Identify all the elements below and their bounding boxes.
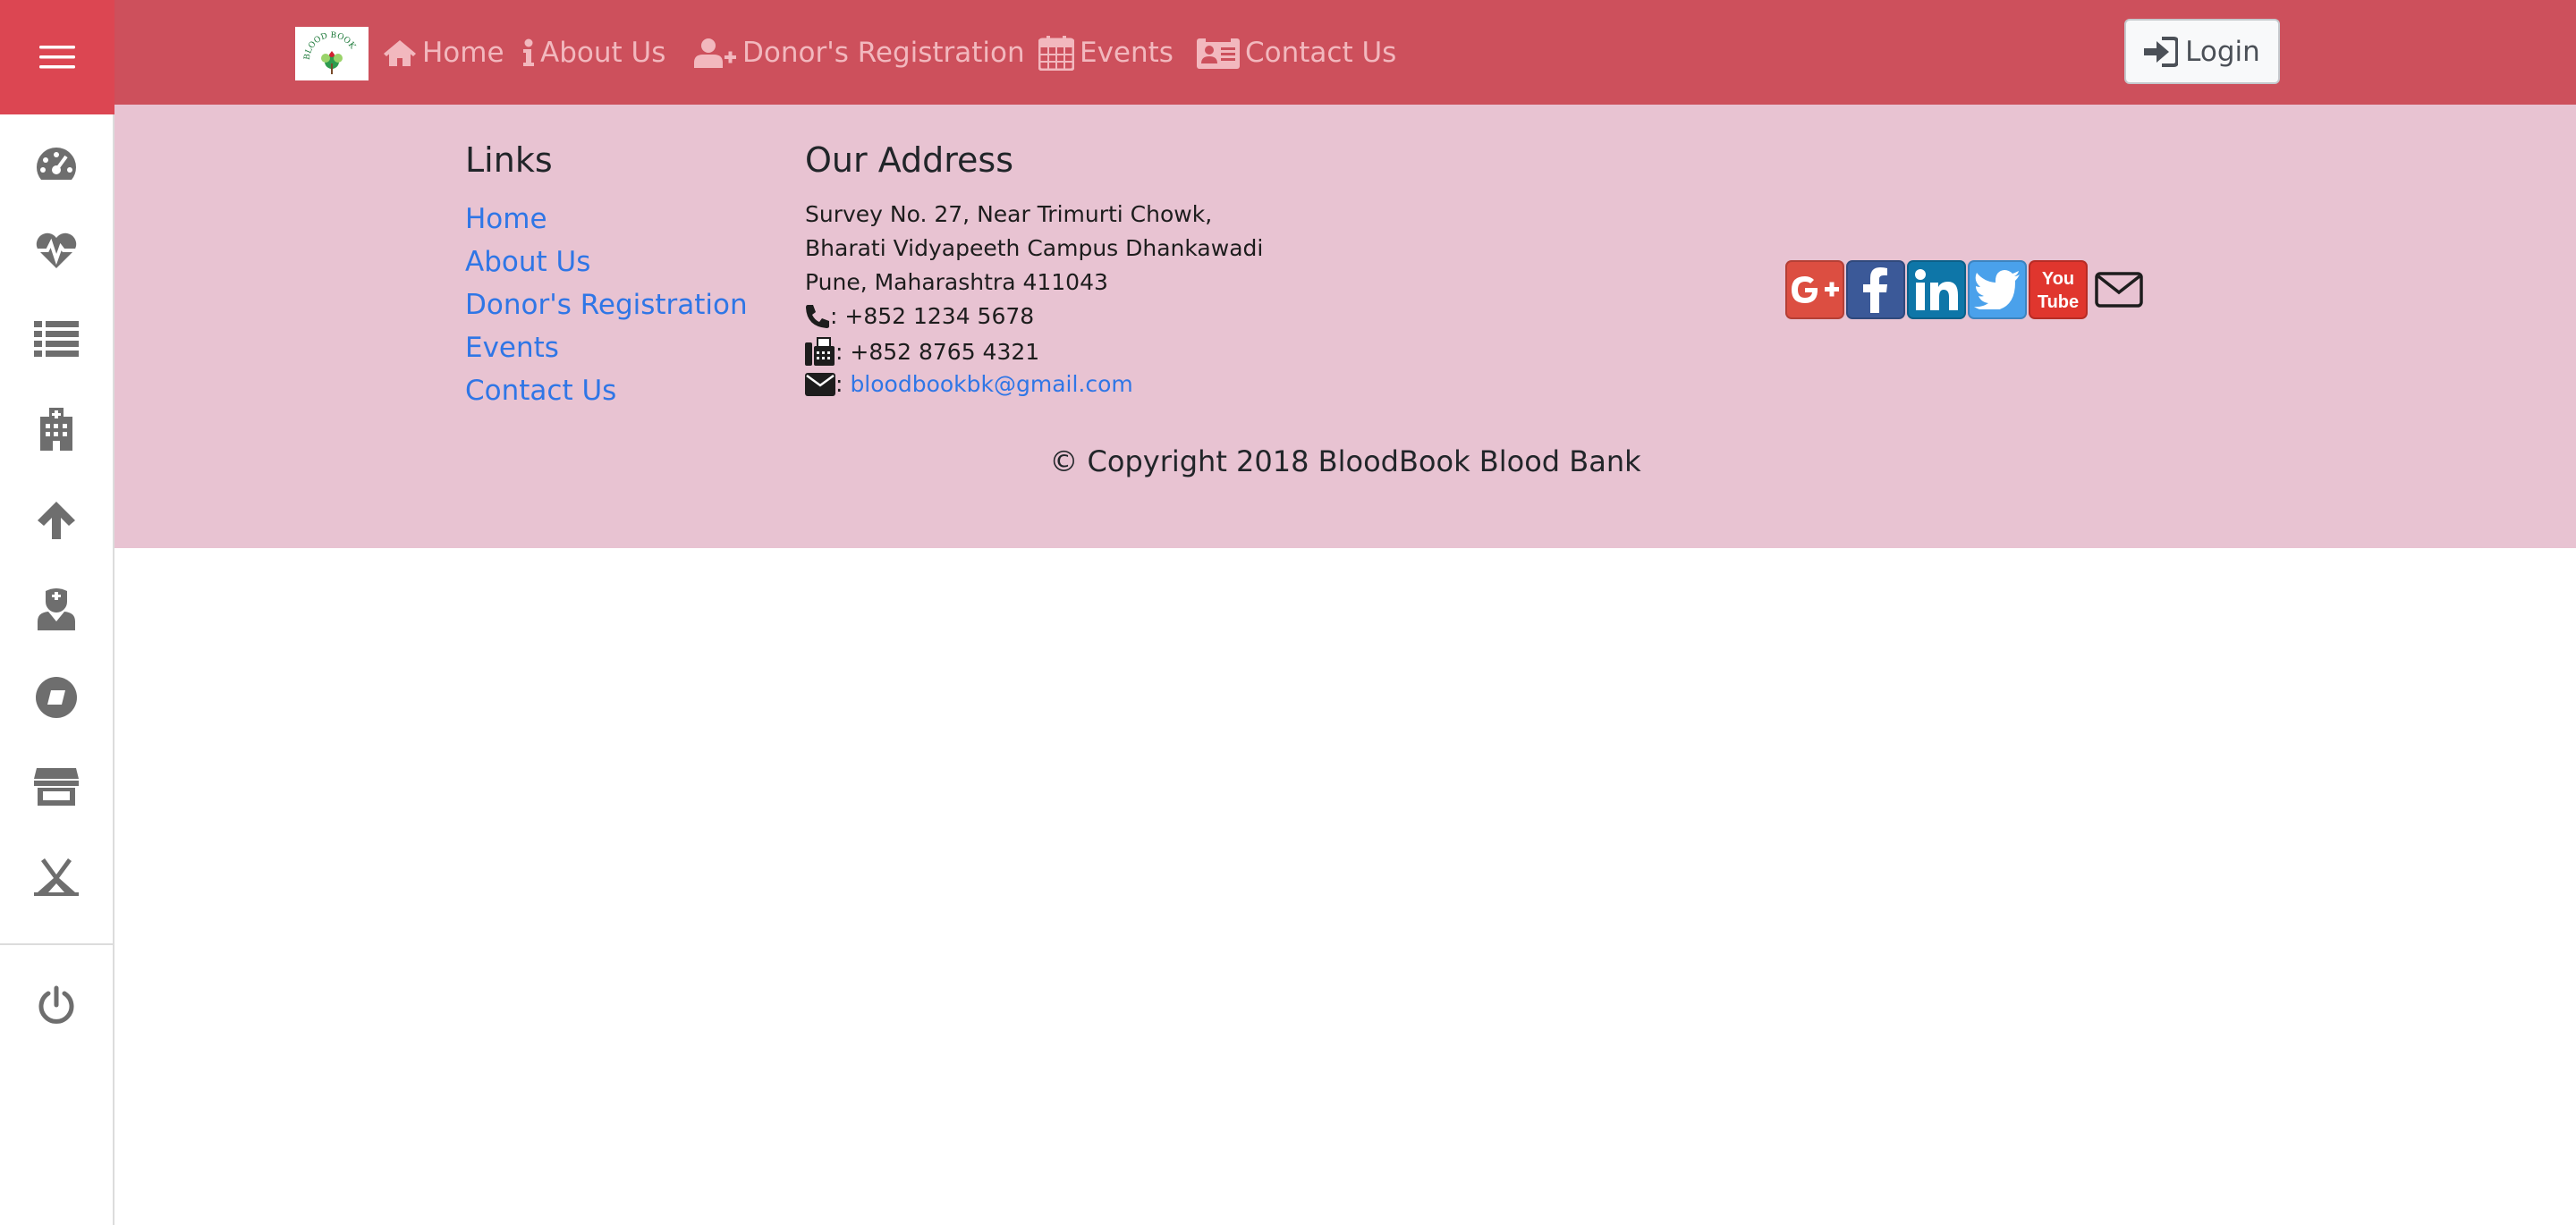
sign-in-icon <box>2144 36 2179 67</box>
sidebar-item-dashboard[interactable] <box>0 128 113 199</box>
sidebar-item-heartbeat[interactable] <box>0 215 113 286</box>
svg-text:Tube: Tube <box>2038 292 2079 312</box>
footer-link-about[interactable]: About Us <box>465 246 590 278</box>
nav-home-link[interactable]: Home <box>383 0 504 105</box>
contact-card-icon <box>1197 36 1240 69</box>
arrow-up-icon <box>38 502 75 539</box>
links-title: Links <box>465 140 553 180</box>
facebook-icon[interactable] <box>1846 260 1905 319</box>
youtube-icon[interactable]: You Tube <box>2029 260 2088 319</box>
top-navbar: BLOOD BOOK Home About Us Donor's Registr… <box>114 0 2576 105</box>
fax-icon <box>805 337 835 366</box>
phone-number: : +852 1234 5678 <box>830 303 1035 329</box>
campground-icon <box>34 858 79 896</box>
sidebar <box>0 0 114 1225</box>
compass-icon <box>36 677 77 718</box>
nav-home-label: Home <box>422 36 504 69</box>
footer-link-events[interactable]: Events <box>465 332 559 364</box>
menu-toggle-button[interactable] <box>0 0 114 114</box>
twitter-icon[interactable] <box>1968 260 2027 319</box>
svg-text:You: You <box>2042 269 2074 289</box>
login-label: Login <box>2185 35 2260 68</box>
login-button[interactable]: Login <box>2124 19 2280 84</box>
address-line-1: Survey No. 27, Near Trimurti Chowk, <box>805 201 1213 227</box>
store-icon <box>34 768 79 806</box>
blood-book-logo-icon: BLOOD BOOK <box>303 31 357 74</box>
fax-number: : +852 8765 4321 <box>835 338 1040 365</box>
email-link[interactable]: bloodbookbk@gmail.com <box>850 371 1132 397</box>
sidebar-item-compass[interactable] <box>0 662 113 733</box>
footer: Links Home About Us Donor's Registration… <box>114 105 2576 548</box>
user-plus-icon <box>694 38 736 68</box>
nav-about-link[interactable]: About Us <box>522 0 665 105</box>
address-line-2: Bharati Vidyapeeth Campus Dhankawadi <box>805 235 1264 261</box>
nav-about-label: About Us <box>540 36 666 69</box>
sidebar-item-store[interactable] <box>0 751 113 823</box>
footer-link-home[interactable]: Home <box>465 203 547 235</box>
mail-icon[interactable] <box>2089 260 2148 319</box>
info-icon <box>523 38 534 66</box>
phone-icon <box>806 304 829 328</box>
hospital-icon <box>40 408 72 451</box>
email-row: : bloodbookbk@gmail.com <box>805 371 1133 397</box>
power-icon <box>38 985 74 1024</box>
copyright-text: © Copyright 2018 BloodBook Blood Bank <box>1049 444 1641 478</box>
sidebar-item-list[interactable] <box>0 302 113 374</box>
calendar-icon <box>1038 35 1074 71</box>
nav-donor-registration-link[interactable]: Donor's Registration <box>694 0 1025 105</box>
home-icon <box>384 39 416 66</box>
nav-contact-label: Contact Us <box>1245 36 1397 69</box>
linkedin-icon[interactable] <box>1907 260 1966 319</box>
site-logo[interactable]: BLOOD BOOK <box>295 27 369 80</box>
heartbeat-icon <box>36 232 77 268</box>
list-icon <box>34 321 79 357</box>
nav-events-label: Events <box>1080 36 1174 69</box>
email-prefix: : <box>835 371 843 397</box>
fax-row: : +852 8765 4321 <box>805 337 1039 366</box>
nav-events-link[interactable]: Events <box>1038 0 1174 105</box>
footer-link-donor-registration[interactable]: Donor's Registration <box>465 289 748 321</box>
sidebar-item-doctor[interactable] <box>0 573 113 645</box>
sidebar-item-logout[interactable] <box>0 969 113 1041</box>
phone-row: : +852 1234 5678 <box>805 303 1034 329</box>
sidebar-divider <box>0 943 113 945</box>
address-title: Our Address <box>805 140 1014 180</box>
sidebar-item-upload[interactable] <box>0 484 113 555</box>
dashboard-gauge-icon <box>36 148 77 180</box>
hamburger-icon <box>39 46 75 69</box>
nav-donor-registration-label: Donor's Registration <box>742 36 1025 69</box>
nav-contact-link[interactable]: Contact Us <box>1197 0 1396 105</box>
address-line-3: Pune, Maharashtra 411043 <box>805 269 1108 295</box>
doctor-icon <box>38 588 75 630</box>
envelope-icon <box>805 372 835 396</box>
sidebar-item-hospital[interactable] <box>0 393 113 465</box>
footer-link-contact[interactable]: Contact Us <box>465 375 616 407</box>
google-plus-icon[interactable] <box>1785 260 1844 319</box>
sidebar-item-camp[interactable] <box>0 841 113 912</box>
